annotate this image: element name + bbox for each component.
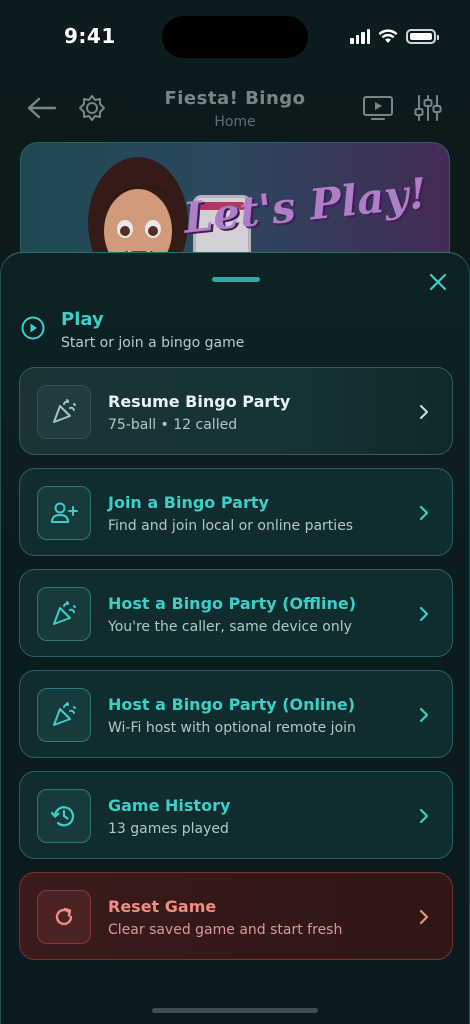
- section-subtitle: Start or join a bingo game: [61, 335, 245, 351]
- chevron-right-icon: [419, 505, 429, 521]
- reset-game-button[interactable]: Reset Game Clear saved game and start fr…: [19, 872, 453, 960]
- chevron-right-icon: [419, 909, 429, 925]
- cellular-signal-icon: [350, 28, 370, 44]
- sheet-grabber[interactable]: [212, 277, 260, 282]
- nav-bar: Fiesta! Bingo Home: [0, 80, 470, 136]
- play-sheet: Play Start or join a bingo game Resume B…: [0, 252, 470, 1024]
- chevron-right-icon: [419, 707, 429, 723]
- dynamic-island: [162, 16, 308, 58]
- party-popper-icon: [53, 399, 76, 423]
- history-icon: [50, 806, 75, 827]
- item-icon-container: [37, 486, 91, 540]
- item-title: Game History: [108, 796, 231, 815]
- battery-icon: [406, 28, 439, 44]
- item-subtitle: Wi-Fi host with optional remote join: [108, 720, 356, 736]
- home-indicator[interactable]: [152, 1008, 318, 1013]
- item-icon-container: [37, 789, 91, 843]
- item-icon-container: [37, 587, 91, 641]
- item-icon-container: [37, 688, 91, 742]
- sliders-icon: [414, 95, 442, 121]
- section-title: Play: [61, 309, 104, 330]
- item-subtitle: Find and join local or online parties: [108, 518, 354, 534]
- item-subtitle: You're the caller, same device only: [108, 619, 352, 635]
- settings-button[interactable]: [412, 92, 444, 124]
- join-bingo-party-button[interactable]: Join a Bingo Party Find and join local o…: [19, 468, 453, 556]
- play-circle-icon: [21, 316, 45, 340]
- host-online-party-button[interactable]: Host a Bingo Party (Online) Wi-Fi host w…: [19, 670, 453, 758]
- banner-headline: Let's Play!: [180, 168, 429, 243]
- resume-bingo-party-button[interactable]: Resume Bingo Party 75-ball • 12 called: [19, 367, 453, 455]
- close-icon: [429, 273, 447, 291]
- item-subtitle: 13 games played: [108, 821, 229, 837]
- chevron-right-icon: [419, 808, 429, 824]
- wifi-icon: [378, 28, 398, 43]
- close-button[interactable]: [425, 269, 451, 295]
- users-add-icon: [51, 502, 78, 523]
- tv-play-icon: [363, 96, 393, 120]
- status-icons: [350, 28, 439, 44]
- party-popper-icon: [53, 601, 76, 625]
- status-time: 9:41: [64, 24, 116, 48]
- screen-subtitle: Home: [214, 114, 256, 130]
- item-title: Host a Bingo Party (Online): [108, 695, 356, 714]
- item-title: Reset Game: [108, 897, 217, 916]
- chevron-right-icon: [419, 606, 429, 622]
- party-popper-icon: [53, 702, 76, 726]
- cast-button[interactable]: [362, 92, 394, 124]
- item-subtitle: 75-ball • 12 called: [108, 417, 238, 433]
- item-icon-container: [37, 385, 91, 439]
- item-icon-container: [37, 890, 91, 944]
- screen: 9:41 Fiesta! Bingo Home Let's Play! Play…: [0, 0, 470, 1024]
- chevron-right-icon: [419, 404, 429, 420]
- host-offline-party-button[interactable]: Host a Bingo Party (Offline) You're the …: [19, 569, 453, 657]
- status-bar: 9:41: [0, 0, 470, 76]
- refresh-icon: [55, 907, 73, 926]
- item-title: Join a Bingo Party: [108, 493, 269, 512]
- item-title: Resume Bingo Party: [108, 392, 291, 411]
- item-subtitle: Clear saved game and start fresh: [108, 922, 343, 938]
- game-history-button[interactable]: Game History 13 games played: [19, 771, 453, 859]
- item-title: Host a Bingo Party (Offline): [108, 594, 357, 613]
- app-title: Fiesta! Bingo: [164, 88, 306, 109]
